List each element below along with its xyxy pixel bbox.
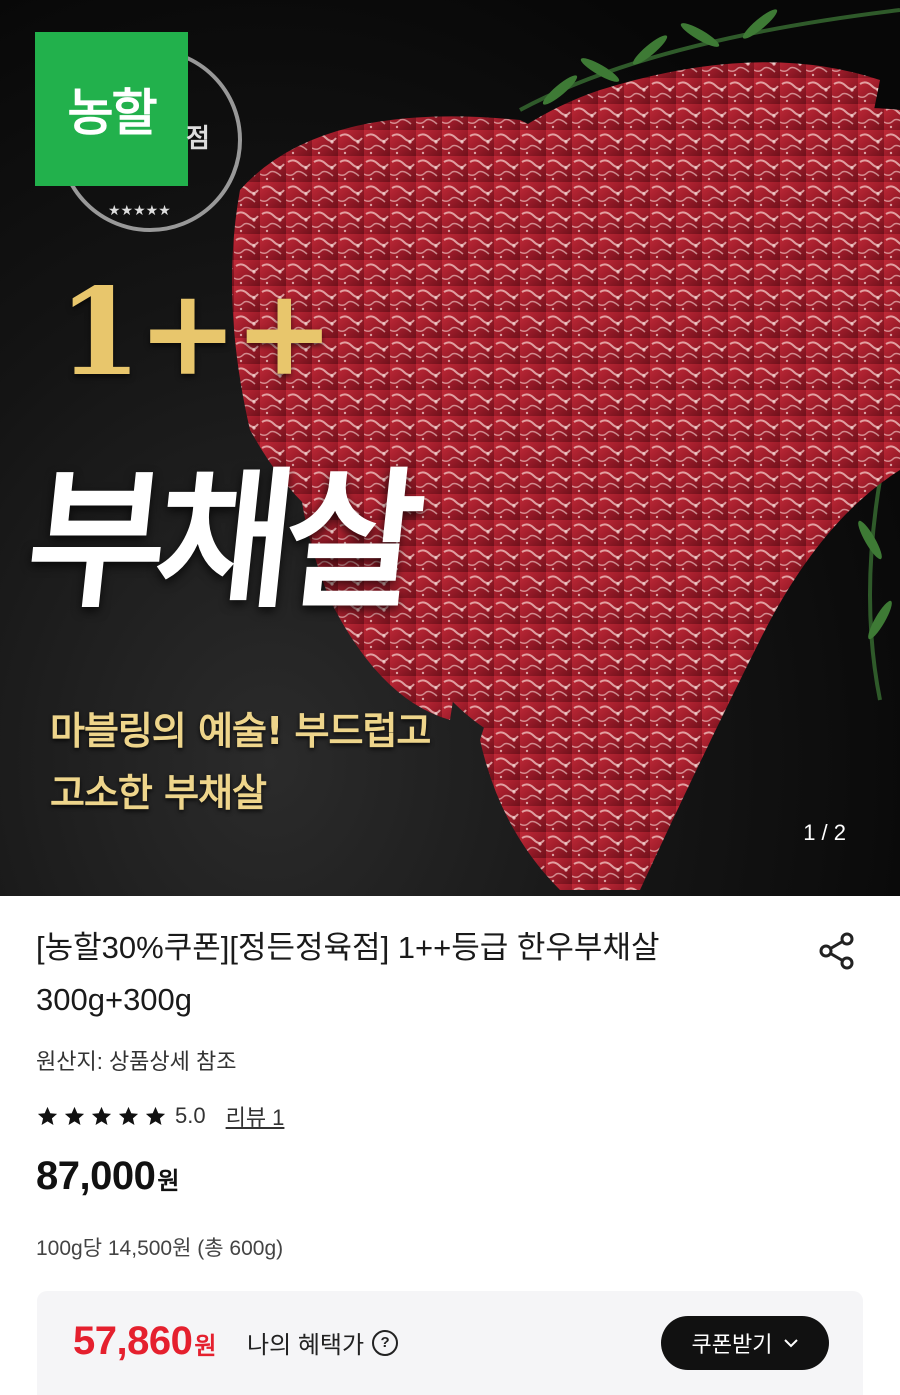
cut-name-headline: 부채살	[19, 455, 422, 629]
origin-info: 원산지: 상품상세 참조	[36, 1049, 237, 1074]
benefit-label: 나의 혜택가	[247, 1332, 365, 1359]
review-link[interactable]: 리뷰 1	[226, 1100, 285, 1132]
share-icon	[819, 932, 854, 970]
benefit-currency: 원	[194, 1333, 217, 1360]
unit-price: 100g당 14,500원 (총 600g)	[36, 1237, 284, 1260]
benefit-price: 57,860 원	[73, 1319, 216, 1364]
star-icon	[118, 1106, 139, 1125]
coupon-button-label: 쿠폰받기	[691, 1332, 773, 1357]
benefit-amount: 57,860	[73, 1319, 193, 1363]
benefit-price-box: 57,860 원 나의 혜택가 ? 쿠폰받기	[37, 1291, 863, 1395]
benefit-label-group: 나의 혜택가 ?	[247, 1325, 399, 1360]
share-button[interactable]	[814, 928, 860, 974]
rating-score: 5.0	[175, 1103, 206, 1128]
nonghal-badge: 농할	[35, 32, 188, 186]
price-currency: 원	[157, 1168, 180, 1195]
seal-stars: ★★★★★	[108, 203, 171, 219]
product-image-carousel[interactable]: ★★★★★ 농할 점 1++ 부채살 마블링의 예술! 부드럽고 고소한 부채살…	[0, 0, 900, 896]
star-icon	[145, 1106, 166, 1125]
star-rating	[36, 1105, 167, 1128]
star-icon	[64, 1106, 85, 1125]
tagline-line1: 마블링의 예술! 부드럽고	[50, 709, 431, 753]
star-icon	[91, 1106, 112, 1125]
seal-text: 점	[186, 124, 210, 154]
tagline-line2: 고소한 부채살	[50, 771, 267, 815]
product-title: [농할30%쿠폰][정든정육점] 1++등급 한우부채살 300g+300g	[36, 930, 660, 1017]
carousel-page-indicator: 1 / 2	[803, 820, 846, 845]
chevron-down-icon	[784, 1339, 799, 1348]
help-icon[interactable]: ?	[372, 1329, 399, 1356]
grade-label: 1++	[58, 262, 335, 403]
price-amount: 87,000	[36, 1154, 156, 1198]
rating-row: 5.0 리뷰 1	[36, 1100, 284, 1132]
original-price: 87,000 원	[36, 1154, 179, 1199]
star-icon	[37, 1106, 58, 1125]
get-coupon-button[interactable]: 쿠폰받기	[661, 1316, 829, 1370]
